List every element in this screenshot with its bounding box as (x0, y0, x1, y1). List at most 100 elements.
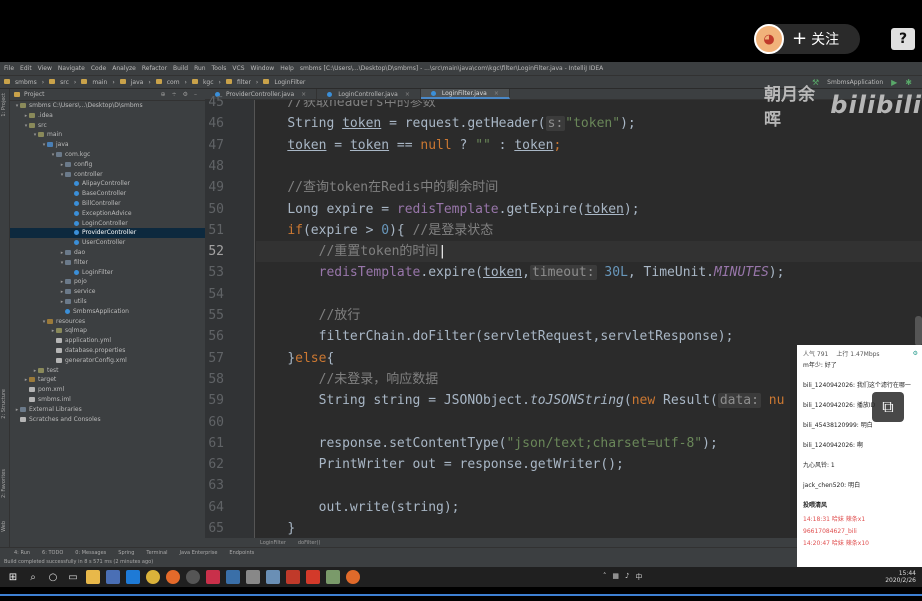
tree-item[interactable]: ▾ controller (10, 170, 205, 180)
input-method-label[interactable]: 中 (635, 572, 642, 582)
menu-item[interactable]: Run (194, 65, 206, 72)
breadcrumb-item[interactable]: smbms (15, 79, 37, 86)
tree-item[interactable]: smbms.iml (10, 395, 205, 405)
menu-item[interactable]: View (38, 65, 52, 72)
cortana-icon[interactable]: ○ (46, 570, 60, 584)
word-icon[interactable] (106, 570, 120, 584)
tree-item[interactable]: ▾ main (10, 130, 205, 140)
tool-window-button[interactable]: 0: Messages (75, 550, 106, 556)
menu-item[interactable]: Code (91, 65, 106, 72)
tree-item[interactable]: ▸ sqlmap (10, 326, 205, 336)
web-tool-tab[interactable]: Web (1, 521, 7, 532)
menu-item[interactable]: Window (251, 65, 275, 72)
file-explorer-icon[interactable] (86, 570, 100, 584)
breadcrumb-item[interactable]: kgc (203, 79, 214, 86)
picture-in-picture-button[interactable]: ⧉ (872, 392, 904, 422)
breadcrumb-item[interactable]: com (167, 79, 180, 86)
tree-item[interactable]: database.properties (10, 346, 205, 356)
tray-chevron-icon[interactable]: ˄ (603, 572, 607, 582)
tree-item[interactable]: UserController (10, 238, 205, 248)
tree-item[interactable]: ProviderController (10, 228, 205, 239)
search-icon[interactable]: ⌕ (26, 570, 40, 584)
tree-item[interactable]: generatorConfig.xml (10, 356, 205, 366)
tree-item[interactable]: ▾ java (10, 140, 205, 150)
follow-button[interactable]: ◕ + 关注 (754, 24, 860, 54)
menu-item[interactable]: VCS (232, 65, 244, 72)
tree-item[interactable]: LoginFilter (10, 268, 205, 278)
tree-item[interactable]: BillController (10, 199, 205, 209)
menu-item[interactable]: Tools (212, 65, 227, 72)
menu-item[interactable]: Analyze (112, 65, 136, 72)
menu-item[interactable]: Build (173, 65, 188, 72)
settings-icon[interactable]: ⚙ (913, 350, 918, 357)
tree-item[interactable]: ExceptionAdvice (10, 209, 205, 219)
app-icon[interactable] (246, 570, 260, 584)
breadcrumb-item[interactable]: LoginFilter (274, 79, 305, 86)
remote-desktop-icon[interactable] (226, 570, 240, 584)
tool-window-button[interactable]: Spring (118, 550, 134, 556)
firefox-icon[interactable] (166, 570, 180, 584)
menu-item[interactable]: Help (280, 65, 294, 72)
tree-item[interactable]: ▸ dao (10, 248, 205, 258)
editor-tab[interactable]: LoginFilter.java × (420, 89, 510, 99)
close-icon[interactable]: × (301, 91, 306, 98)
tree-item[interactable]: ▸ service (10, 287, 205, 297)
tree-item[interactable]: ▾ filter (10, 258, 205, 268)
tree-item[interactable]: ▸ test (10, 366, 205, 376)
project-tool-tab[interactable]: 1: Project (1, 93, 7, 117)
breadcrumb-item[interactable]: src (60, 79, 69, 86)
app-icon[interactable] (346, 570, 360, 584)
redis-icon[interactable] (306, 570, 320, 584)
gear-icon[interactable]: ⚙ (183, 91, 188, 98)
windows-start-icon[interactable]: ⊞ (6, 570, 20, 584)
breadcrumb-item[interactable]: java (131, 79, 144, 86)
task-view-icon[interactable]: ▭ (66, 570, 80, 584)
tree-item[interactable]: ▸ External Libraries (10, 405, 205, 415)
breadcrumb-item[interactable]: filter (237, 79, 251, 86)
network-icon[interactable]: ▦ (612, 572, 619, 582)
menu-item[interactable]: File (4, 65, 14, 72)
menu-item[interactable]: Edit (20, 65, 32, 72)
tree-item[interactable]: ▾ smbms C:\Users\...\Desktop\D\smbms (10, 101, 205, 111)
obs-icon[interactable] (186, 570, 200, 584)
tree-item[interactable]: pom.xml (10, 385, 205, 395)
tool-window-button[interactable]: Java Enterprise (180, 550, 218, 556)
tree-item[interactable]: application.yml (10, 336, 205, 346)
tool-window-button[interactable]: 6: TODO (42, 550, 63, 556)
tool-window-button[interactable]: Terminal (146, 550, 167, 556)
menu-item[interactable]: Navigate (58, 65, 85, 72)
tree-item[interactable]: LoginController (10, 219, 205, 229)
tool-window-button[interactable]: 4: Run (14, 550, 30, 556)
tree-item[interactable]: ▸ .idea (10, 111, 205, 121)
tree-item[interactable]: ▾ src (10, 121, 205, 131)
help-button[interactable]: ? (891, 28, 915, 50)
collapse-icon[interactable]: ÷ (172, 91, 177, 98)
breadcrumb-class[interactable]: LoginFilter (260, 540, 286, 546)
tree-item[interactable]: ▸ target (10, 375, 205, 385)
close-icon[interactable]: × (405, 91, 410, 98)
tree-item[interactable]: ▾ com.kgc (10, 150, 205, 160)
locate-icon[interactable]: ⊕ (161, 91, 166, 98)
project-view-select[interactable]: Project (24, 91, 45, 98)
clock[interactable]: 15:44 2020/2/26 (885, 570, 916, 584)
app-icon[interactable] (266, 570, 280, 584)
breadcrumb-method[interactable]: doFilter() (298, 540, 321, 546)
intellij-icon[interactable] (206, 570, 220, 584)
tree-item[interactable]: AlipayController (10, 179, 205, 189)
vscode-icon[interactable] (126, 570, 140, 584)
tree-item[interactable]: BaseController (10, 189, 205, 199)
tree-item[interactable]: ▾ resources (10, 317, 205, 327)
tree-item[interactable]: ▸ config (10, 160, 205, 170)
tree-item[interactable]: ▸ pojo (10, 277, 205, 287)
app-icon[interactable] (326, 570, 340, 584)
editor-scrollbar[interactable] (915, 316, 922, 346)
video-progress-bar[interactable] (0, 594, 922, 596)
chrome-icon[interactable] (146, 570, 160, 584)
close-icon[interactable]: × (494, 90, 499, 97)
editor-tab[interactable]: LoginController.java × (317, 89, 421, 99)
tool-window-button[interactable]: Endpoints (229, 550, 254, 556)
tree-item[interactable]: Scratches and Consoles (10, 415, 205, 425)
tree-item[interactable]: SmbmsApplication (10, 307, 205, 317)
breadcrumb-item[interactable]: main (92, 79, 107, 86)
menu-item[interactable]: Refactor (142, 65, 167, 72)
